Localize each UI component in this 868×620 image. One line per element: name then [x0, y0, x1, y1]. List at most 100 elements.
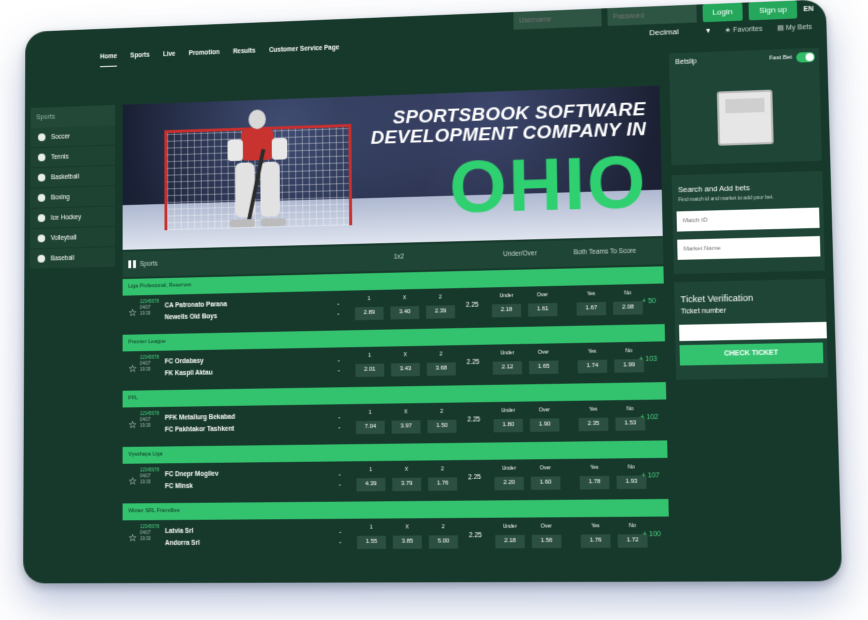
nav-home[interactable]: Home	[100, 53, 118, 68]
more-markets-link[interactable]: + 107	[641, 472, 659, 479]
favorites-link[interactable]: ★ Favorites	[725, 24, 763, 33]
sports-column[interactable]: Sports	[128, 260, 158, 269]
odd-label: Under	[500, 350, 515, 357]
odd-button-ox[interactable]: 3.43	[390, 362, 420, 377]
odd-button-o1[interactable]: 2.89	[354, 306, 384, 321]
favorite-star-icon[interactable]: ☆	[128, 477, 137, 488]
odd-button-o1[interactable]: 7.04	[355, 420, 385, 435]
dash: -	[339, 528, 342, 536]
odd-button-o2[interactable]: 2.39	[426, 305, 456, 319]
sidebar-item-baseball[interactable]: Baseball	[30, 247, 116, 270]
away-team: FC Minsk	[164, 482, 193, 491]
odd-label: X	[403, 352, 407, 359]
dash: -	[337, 367, 341, 375]
odd-button-o1[interactable]: 2.01	[355, 363, 385, 378]
odd-label: No	[627, 464, 635, 471]
odd-button-o2[interactable]: 5.00	[428, 535, 459, 549]
language-selector[interactable]: EN	[803, 5, 813, 12]
sidebar-item-basketball[interactable]: Basketball	[30, 165, 116, 189]
favorite-star-icon[interactable]: ☆	[128, 533, 137, 544]
odd-button-no[interactable]: 2.08	[613, 301, 643, 315]
sidebar-item-soccer[interactable]: Soccer	[30, 125, 116, 149]
sports-sidebar: Sports Soccer Tennis Basketball Boxing I…	[30, 105, 116, 270]
match-id-input[interactable]	[676, 207, 820, 232]
my-bets-link[interactable]: ▤ My Bets	[777, 22, 812, 31]
nav-results[interactable]: Results	[233, 48, 256, 62]
betslip-title: Betslip	[675, 58, 697, 67]
odd-button-yes[interactable]: 1.76	[580, 534, 611, 548]
sidebar-item-ice-hockey[interactable]: Ice Hockey	[30, 206, 116, 230]
favorite-star-icon[interactable]: ☆	[128, 364, 137, 375]
odd-button-yes[interactable]: 1.74	[577, 359, 608, 374]
home-team: FC Ordabasy	[164, 357, 204, 366]
odd-button-over[interactable]: 1.61	[528, 303, 558, 317]
odd-button-under[interactable]: 1.80	[493, 418, 524, 433]
sidebar-item-volleyball[interactable]: Volleyball	[30, 226, 116, 250]
odd-button-o1[interactable]: 4.39	[356, 478, 386, 492]
odd-button-ox[interactable]: 3.40	[390, 305, 420, 320]
signup-button[interactable]: Sign up	[748, 0, 798, 21]
odd-button-under[interactable]: 2.12	[492, 361, 523, 375]
match-row[interactable]: ☆ 12345678 04/07 19:30 PFK Metallurg Bekabad…	[122, 401, 668, 444]
sidebar-item-tennis[interactable]: Tennis	[30, 145, 116, 169]
nav-sports[interactable]: Sports	[130, 52, 149, 66]
market-name-input[interactable]	[677, 236, 821, 260]
odd-button-o2[interactable]: 1.76	[428, 477, 458, 491]
odd-button-over[interactable]: 1.65	[528, 360, 559, 375]
sidebar-item-boxing[interactable]: Boxing	[30, 186, 116, 209]
odd-button-over[interactable]: 1.90	[529, 418, 560, 432]
odd-button-under[interactable]: 2.18	[495, 534, 525, 549]
odd-button-yes[interactable]: 2.35	[578, 417, 609, 432]
match-row[interactable]: ☆ 12345678 04/07 19:30 FC Dnepr Mogilev FC Mi…	[122, 459, 669, 500]
more-markets-link[interactable]: + 100	[643, 531, 661, 538]
banner-highlight: OHIO	[448, 139, 649, 229]
add-bets-subtitle: Find match id and market to add your bet…	[678, 194, 774, 204]
password-input[interactable]	[606, 4, 697, 26]
match-time: 19:30	[139, 479, 151, 485]
odd-button-under[interactable]: 2.18	[491, 303, 522, 318]
odd-button-yes[interactable]: 1.67	[576, 301, 607, 316]
favorite-star-icon[interactable]: ☆	[128, 420, 137, 431]
favorite-star-icon[interactable]: ☆	[128, 308, 137, 319]
odd-button-under[interactable]: 2.20	[494, 476, 524, 491]
promo-banner[interactable]: SPORTSBOOK SOFTWARE DEVELOPMENT COMPANY …	[122, 85, 663, 250]
away-team: FC Pakhtakor Tashkent	[164, 425, 235, 434]
nav-customer-service[interactable]: Customer Service Page	[269, 44, 339, 60]
away-team: Newells Old Boys	[164, 313, 218, 322]
match-id: 12345678	[139, 354, 159, 360]
match-datetime: 12345678 04/07 19:30	[140, 467, 159, 485]
dash: -	[338, 414, 341, 422]
odd-button-ox[interactable]: 3.85	[392, 535, 422, 549]
odds-format-select[interactable]: Decimal ▾	[649, 26, 710, 37]
odd-button-ox[interactable]: 3.79	[392, 477, 422, 492]
odd-button-over[interactable]: 1.56	[531, 534, 562, 549]
more-markets-link[interactable]: + 103	[639, 356, 657, 363]
favorites-label: Favorites	[732, 25, 763, 34]
ticket-number-input[interactable]	[679, 321, 827, 342]
odd-label: Under	[501, 407, 515, 415]
nav-live[interactable]: Live	[163, 51, 175, 65]
basketball-icon	[37, 173, 46, 182]
main-nav: Home Sports Live Promotion Results Custo…	[100, 44, 339, 68]
username-input[interactable]	[512, 8, 602, 30]
more-markets-link[interactable]: + 50	[642, 298, 656, 305]
check-ticket-button[interactable]: CHECK TICKET	[679, 342, 824, 366]
odd-button-o2[interactable]: 1.50	[427, 419, 457, 434]
odd-button-o1[interactable]: 1.55	[357, 535, 386, 550]
odd-label: X	[402, 295, 407, 302]
match-id: 12345678	[139, 410, 160, 417]
fast-bet-toggle[interactable]	[796, 51, 816, 63]
league-header[interactable]: Winter SRL Friendlies	[122, 498, 669, 521]
match-row[interactable]: ☆ 12345678 04/07 19:30 Latvia Srl Andorra Srl…	[122, 518, 670, 557]
more-markets-link[interactable]: + 102	[640, 414, 658, 421]
odd-button-yes[interactable]: 1.78	[579, 475, 610, 490]
sidebar-item-label: Baseball	[50, 254, 75, 262]
match-id: 12345678	[139, 467, 160, 473]
odd-button-over[interactable]: 1.60	[530, 476, 561, 490]
login-button[interactable]: Login	[702, 2, 743, 23]
ticket-title: Ticket Verification	[680, 292, 754, 305]
odd-button-ox[interactable]: 3.97	[391, 420, 421, 434]
nav-promotion[interactable]: Promotion	[189, 49, 220, 64]
odd-button-o2[interactable]: 3.68	[426, 362, 456, 376]
match-date: 04/07	[139, 416, 151, 423]
